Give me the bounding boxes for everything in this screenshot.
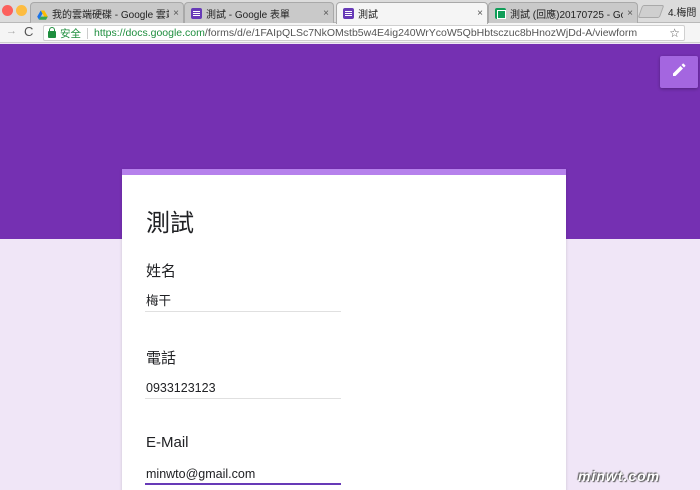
reload-icon[interactable]: C [24, 24, 33, 39]
tab-close-icon[interactable]: × [473, 8, 487, 19]
tab-google-drive[interactable]: 我的雲端硬碟 - Google 雲端硬 × [30, 2, 184, 23]
tab-title: 測試 [358, 10, 378, 21]
phone-input[interactable]: 0933123123 [145, 379, 341, 399]
question-label-name: 姓名 [146, 263, 177, 280]
google-sheets-icon [495, 7, 506, 19]
forward-arrow-icon[interactable]: → [6, 25, 17, 37]
email-input[interactable]: minwto@gmail.com [145, 465, 341, 485]
tab-close-icon[interactable]: × [623, 8, 637, 19]
minimize-window-button[interactable] [16, 5, 27, 16]
url-path: /forms/d/e/1FAIpQLSc7NkOMstb5w4E4ig240Wr… [204, 27, 638, 39]
form-title: 測試 [146, 210, 194, 237]
tab-title: 測試 - Google 表單 [206, 9, 290, 21]
name-input[interactable]: 梅干 [145, 292, 341, 312]
watermark: minwt.com [578, 468, 661, 484]
form-card: 測試 姓名 梅干 電話 0933123123 E-Mail minwto@gma… [122, 169, 566, 490]
secure-label: 安全 [60, 27, 81, 40]
bookmark-star-icon[interactable]: ☆ [669, 26, 680, 40]
close-window-button[interactable] [2, 5, 13, 16]
edit-button[interactable] [660, 56, 698, 88]
browser-toolbar: → C 安全 https://docs.google.com /forms/d/… [0, 23, 700, 43]
question-label-phone: 電話 [146, 350, 177, 367]
tab-title: 我的雲端硬碟 - Google 雲端硬 [52, 9, 169, 21]
google-forms-icon [343, 8, 354, 19]
tab-google-forms-view[interactable]: 測試 × [336, 2, 488, 24]
url-host: https://docs.google.com [94, 27, 205, 39]
address-bar[interactable]: 安全 https://docs.google.com /forms/d/e/1F… [43, 25, 685, 41]
tab-close-icon[interactable]: × [169, 8, 183, 19]
question-label-email: E-Mail [146, 434, 189, 451]
google-forms-icon [191, 7, 202, 19]
tab-bar: 我的雲端硬碟 - Google 雲端硬 × 測試 - Google 表單 × 測… [0, 0, 700, 24]
divider [87, 27, 88, 39]
tab-google-forms-edit[interactable]: 測試 - Google 表單 × [184, 2, 334, 23]
google-drive-icon [37, 8, 48, 20]
pencil-icon [671, 62, 687, 83]
tab-google-sheets[interactable]: 測試 (回應)20170725 - Google × [488, 2, 638, 23]
tab-title-extra[interactable]: 4.梅問 [668, 4, 696, 19]
lock-icon [48, 27, 56, 38]
tab-title: 測試 (回應)20170725 - Google [510, 9, 623, 21]
new-tab-button[interactable] [637, 5, 665, 18]
tab-close-icon[interactable]: × [319, 8, 333, 19]
